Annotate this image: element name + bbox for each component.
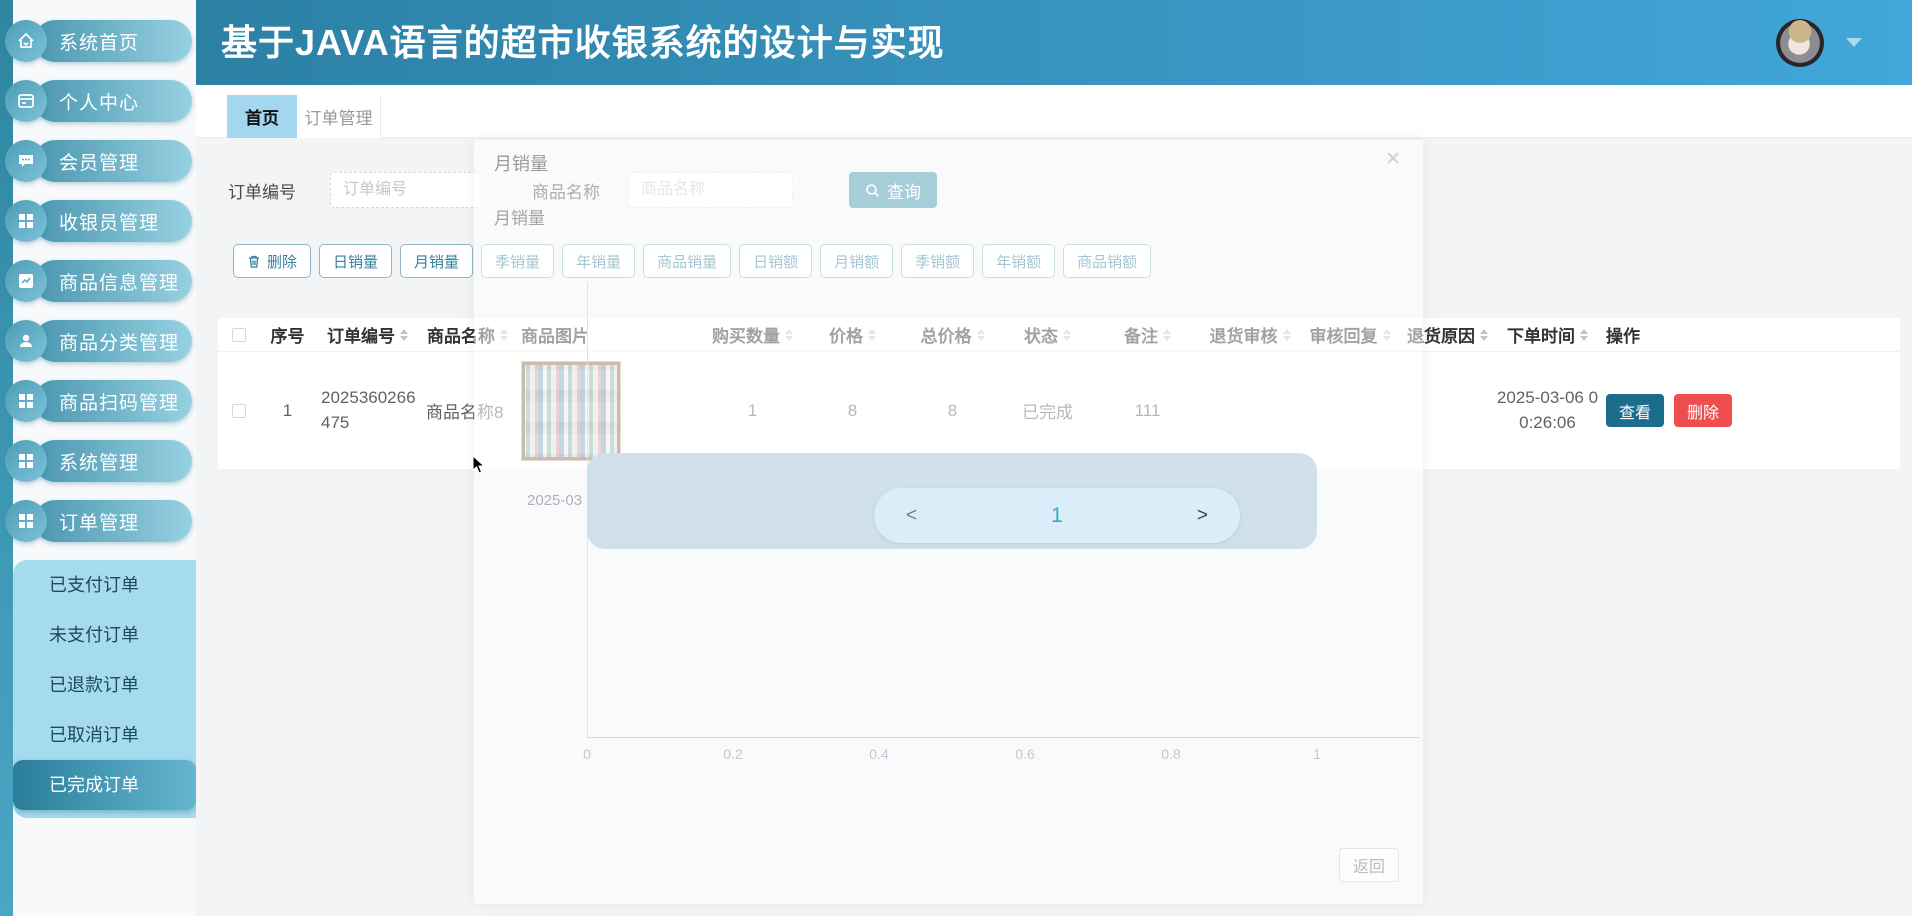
x-tick: 0 [583, 746, 591, 762]
app-window: 系统首页 个人中心 会员管理 收银 [0, 0, 1912, 916]
pagination-current-page[interactable]: 1 [1051, 504, 1063, 528]
column-header-index: 序号 [260, 318, 315, 351]
submenu-item-unpaid-orders[interactable]: 未支付订单 [13, 610, 196, 660]
top-bar: 基于JAVA语言的超市收银系统的设计与实现 [196, 0, 1912, 85]
cell-order-no: 2025360266475 [315, 352, 420, 469]
grid-icon [5, 380, 47, 422]
sidebar-item-label: 收银员管理 [59, 208, 159, 235]
pagination-prev-button[interactable]: < [906, 505, 917, 527]
order-no-input[interactable] [330, 172, 482, 208]
order-no-label: 订单编号 [228, 178, 296, 203]
row-checkbox[interactable] [232, 404, 246, 418]
chart-x-axis [587, 737, 1420, 738]
row-delete-button[interactable]: 删除 [1674, 394, 1732, 427]
sidebar-item-label: 商品分类管理 [59, 328, 179, 355]
sidebar-item-product-info[interactable]: 商品信息管理 [0, 260, 196, 302]
tab-bar: 首页 订单管理 [196, 85, 1912, 138]
sidebar-item-member-management[interactable]: 会员管理 [0, 140, 196, 182]
column-header-order-no: 订单编号 [315, 318, 420, 351]
cell-order-time: 2025-03-06 00:26:06 [1495, 352, 1600, 469]
user-icon [5, 320, 47, 362]
avatar[interactable] [1776, 19, 1824, 67]
chevron-down-icon[interactable] [1846, 38, 1862, 47]
sidebar-item-order-management[interactable]: 订单管理 [0, 500, 196, 542]
pagination-next-button[interactable]: > [1197, 505, 1208, 527]
column-header-actions: 操作 [1600, 318, 1900, 351]
pagination: < 1 > [874, 488, 1240, 543]
delete-button[interactable]: 删除 [233, 244, 311, 278]
id-card-icon [5, 80, 47, 122]
chart-x-ticks: 0 0.2 0.4 0.6 0.8 1 [587, 746, 1317, 766]
sidebar-item-product-category[interactable]: 商品分类管理 [0, 320, 196, 362]
sidebar-item-cashier-management[interactable]: 收银员管理 [0, 200, 196, 242]
submenu-item-refunded-orders[interactable]: 已退款订单 [13, 660, 196, 710]
sidebar-item-product-scan[interactable]: 商品扫码管理 [0, 380, 196, 422]
sidebar-menu: 系统首页 个人中心 会员管理 收银 [0, 0, 196, 542]
sidebar-item-personal-center[interactable]: 个人中心 [0, 80, 196, 122]
grid-icon [5, 200, 47, 242]
sidebar-item-label: 会员管理 [59, 148, 139, 175]
cell-index: 1 [260, 352, 315, 469]
tab-order-management[interactable]: 订单管理 [297, 95, 381, 138]
select-all-checkbox[interactable] [232, 328, 246, 342]
trash-icon [247, 254, 261, 269]
submenu-item-completed-orders[interactable]: 已完成订单 [13, 760, 196, 810]
sidebar-item-label: 订单管理 [59, 508, 139, 535]
sidebar-item-label: 系统管理 [59, 448, 139, 475]
submenu-item-cancelled-orders[interactable]: 已取消订单 [13, 710, 196, 760]
sidebar-item-label: 商品扫码管理 [59, 388, 179, 415]
sidebar: 系统首页 个人中心 会员管理 收银 [0, 0, 196, 916]
chart-category-label: 2025-03 [527, 492, 582, 509]
tab-home[interactable]: 首页 [227, 95, 297, 138]
x-tick: 0.4 [869, 746, 888, 762]
sidebar-item-label: 个人中心 [59, 88, 139, 115]
stat-button-daily-sales[interactable]: 日销量 [319, 244, 392, 278]
column-header-order-time: 下单时间 [1495, 318, 1600, 351]
x-tick: 0.2 [723, 746, 742, 762]
chart-title: 月销量 [494, 204, 545, 229]
grid-icon [5, 500, 47, 542]
chart-line-icon [5, 260, 47, 302]
stat-button-monthly-sales[interactable]: 月销量 [400, 244, 473, 278]
sidebar-item-label: 商品信息管理 [59, 268, 179, 295]
close-icon[interactable]: ✕ [1385, 148, 1401, 171]
sidebar-item-home[interactable]: 系统首页 [0, 20, 196, 62]
view-button[interactable]: 查看 [1606, 394, 1664, 427]
x-tick: 0.6 [1015, 746, 1034, 762]
sidebar-item-label: 系统首页 [59, 28, 139, 55]
page-title: 基于JAVA语言的超市收银系统的设计与实现 [196, 0, 1912, 85]
chat-bubble-icon [5, 140, 47, 182]
submenu-item-paid-orders[interactable]: 已支付订单 [13, 560, 196, 610]
home-icon [5, 20, 47, 62]
sidebar-submenu: 已支付订单 未支付订单 已退款订单 已取消订单 已完成订单 [13, 560, 196, 818]
x-tick: 1 [1313, 746, 1321, 762]
dialog-title: 月销量 [494, 150, 548, 176]
sort-icon[interactable] [1580, 329, 1588, 341]
sort-icon[interactable] [1480, 329, 1488, 341]
sort-icon[interactable] [400, 329, 408, 341]
sidebar-item-system-management[interactable]: 系统管理 [0, 440, 196, 482]
back-button[interactable]: 返回 [1339, 848, 1399, 882]
grid-icon [5, 440, 47, 482]
x-tick: 0.8 [1161, 746, 1180, 762]
